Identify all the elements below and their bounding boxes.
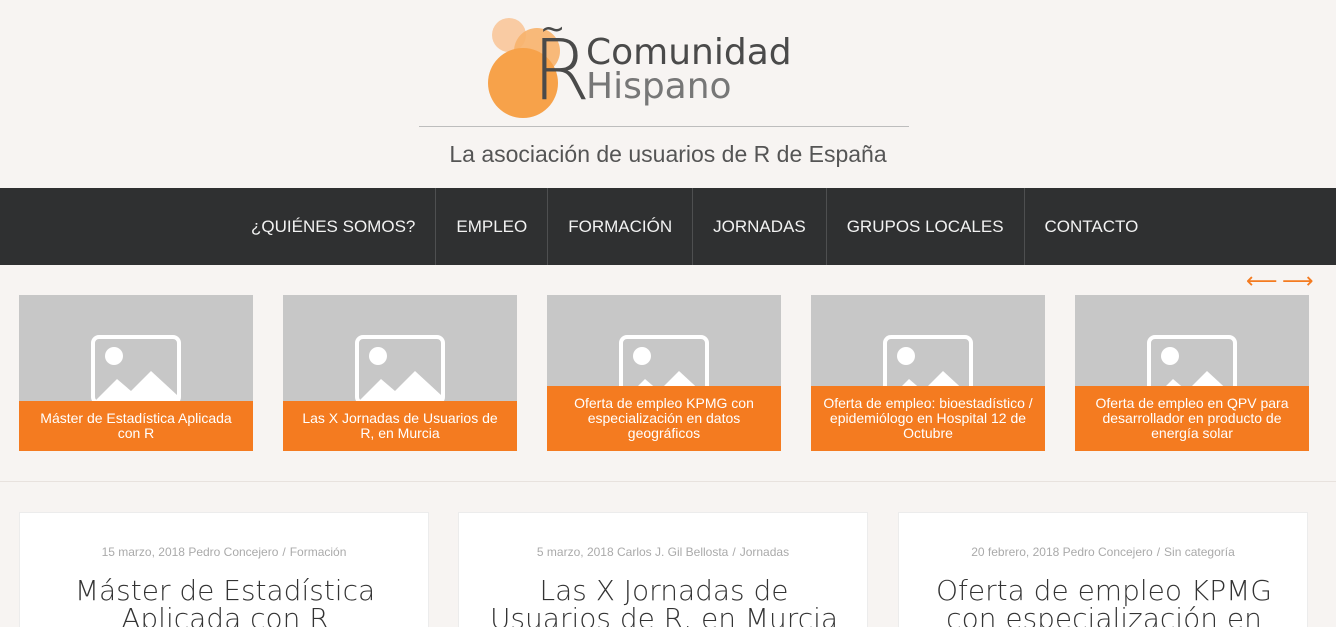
carousel-card[interactable]: Oferta de empleo: bioestadístico / epide… xyxy=(811,295,1045,451)
carousel-card[interactable]: Máster de Estadística Aplicada con R xyxy=(19,295,253,451)
logo-title-line2: Hispano xyxy=(586,66,732,107)
post-category[interactable]: Sin categoría xyxy=(1164,545,1235,559)
site-logo[interactable]: ~ R Comunidad Hispano xyxy=(486,12,796,119)
nav-item-contacto[interactable]: CONTACTO xyxy=(1025,188,1159,265)
image-placeholder-icon xyxy=(355,335,445,405)
post-category[interactable]: Jornadas xyxy=(740,545,789,559)
nav-item-jornadas[interactable]: JORNADAS xyxy=(693,188,827,265)
nav-item-empleo[interactable]: EMPLEO xyxy=(436,188,549,265)
image-placeholder-icon xyxy=(91,335,181,405)
post-meta: 15 marzo, 2018 Pedro Concejero / Formación xyxy=(101,545,347,559)
carousel-card[interactable]: Oferta de empleo KPMG con especializació… xyxy=(547,295,781,451)
post-card: 20 febrero, 2018 Pedro Concejero / Sin cat… xyxy=(898,512,1308,627)
post-date[interactable]: 5 marzo, 2018 xyxy=(537,545,614,559)
main-nav: ¿QUIÉNES SOMOS? EMPLEO FORMACIÓN JORNADA… xyxy=(0,188,1336,265)
post-card: 5 marzo, 2018 Carlos J. Gil Bellosta / Jor… xyxy=(458,512,868,627)
carousel-caption[interactable]: Las X Jornadas de Usuarios de R, en Murc… xyxy=(283,401,517,451)
post-meta: 5 marzo, 2018 Carlos J. Gil Bellosta / Jor… xyxy=(536,545,790,559)
nav-item-quienes-somos[interactable]: ¿QUIÉNES SOMOS? xyxy=(231,188,437,265)
post-title[interactable]: Las X Jornadas de Usuarios de R, en Murc… xyxy=(479,577,849,627)
carousel-caption[interactable]: Oferta de empleo en QPV para desarrollad… xyxy=(1075,386,1309,451)
carousel-controls: ⟵ ⟶ xyxy=(1246,271,1314,293)
site-tagline: La asociación de usuarios de R de España xyxy=(449,141,887,167)
post-title[interactable]: Oferta de empleo KPMG con especializació… xyxy=(919,577,1289,627)
post-author[interactable]: Pedro Concejero xyxy=(188,545,278,559)
carousel-caption[interactable]: Oferta de empleo KPMG con especializació… xyxy=(547,386,781,451)
nav-item-formacion[interactable]: FORMACIÓN xyxy=(548,188,694,265)
arrow-right-icon[interactable]: ⟶ xyxy=(1282,271,1314,293)
featured-carousel: Máster de Estadística Aplicada con R Las… xyxy=(0,295,1336,455)
post-title[interactable]: Máster de Estadística Aplicada con R xyxy=(40,577,410,627)
post-author[interactable]: Pedro Concejero xyxy=(1063,545,1153,559)
post-category[interactable]: Formación xyxy=(290,545,347,559)
carousel-caption[interactable]: Máster de Estadística Aplicada con R xyxy=(19,401,253,451)
post-date[interactable]: 15 marzo, 2018 xyxy=(102,545,185,559)
post-author[interactable]: Carlos J. Gil Bellosta xyxy=(617,545,728,559)
header-divider xyxy=(419,126,909,127)
carousel-card[interactable]: Oferta de empleo en QPV para desarrollad… xyxy=(1075,295,1309,451)
post-date[interactable]: 20 febrero, 2018 xyxy=(971,545,1059,559)
carousel-caption[interactable]: Oferta de empleo: bioestadístico / epide… xyxy=(811,386,1045,451)
logo-r-letter: R xyxy=(532,21,591,119)
nav-item-grupos-locales[interactable]: GRUPOS LOCALES xyxy=(827,188,1025,265)
carousel-card[interactable]: Las X Jornadas de Usuarios de R, en Murc… xyxy=(283,295,517,451)
site-header: ~ R Comunidad Hispano La asociación de u… xyxy=(0,0,1336,188)
arrow-left-icon[interactable]: ⟵ xyxy=(1246,271,1278,293)
section-divider xyxy=(0,481,1336,482)
post-card: 15 marzo, 2018 Pedro Concejero / Formación… xyxy=(19,512,429,627)
post-meta: 20 febrero, 2018 Pedro Concejero / Sin cat… xyxy=(971,545,1235,559)
